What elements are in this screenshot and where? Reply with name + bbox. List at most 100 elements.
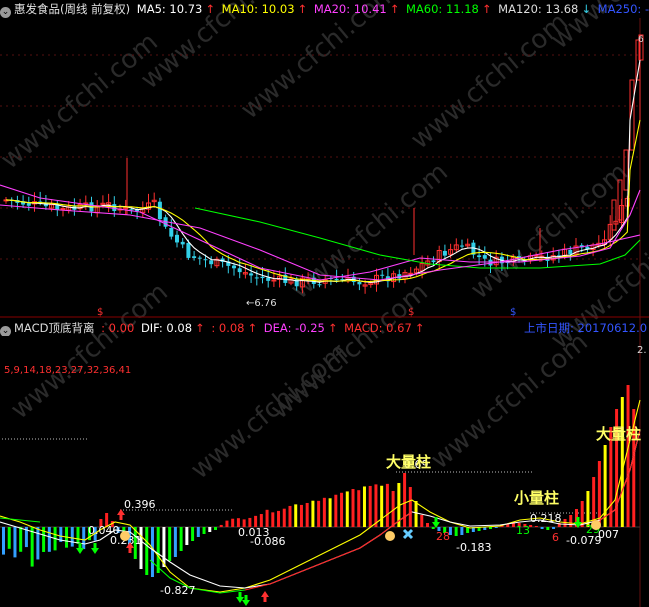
candle-body xyxy=(157,201,162,220)
macd-bar xyxy=(179,527,183,551)
candle-body xyxy=(209,260,214,265)
candle-body xyxy=(192,256,197,258)
macd-bar xyxy=(214,527,217,530)
candle-body xyxy=(60,208,66,211)
macd-bar xyxy=(70,527,74,547)
macd-bar xyxy=(431,527,435,529)
macd-bar xyxy=(7,527,11,549)
candle-body xyxy=(460,245,464,247)
indicator-value-2: : 0.08 xyxy=(211,321,245,335)
macd-bar xyxy=(362,486,366,527)
candle-body xyxy=(254,277,259,279)
macd-bar xyxy=(569,515,573,527)
arrow-up-icon: ↑ xyxy=(297,2,308,16)
macd-bar xyxy=(357,490,361,527)
arrow-down-icon: ↓ xyxy=(581,2,592,16)
macd-bar xyxy=(76,527,80,544)
macd-bar xyxy=(288,505,292,527)
macd-bar xyxy=(173,527,177,557)
arrow-up-icon: ↑ xyxy=(389,2,400,16)
macd-value-label: 0.013 xyxy=(238,526,270,539)
candle-body xyxy=(180,241,185,245)
macd-bar xyxy=(294,504,298,527)
macd-bar xyxy=(454,527,458,536)
signal-marker: $ xyxy=(510,307,516,318)
macd-bar xyxy=(317,500,321,527)
macd-bar xyxy=(30,527,34,567)
candle-body xyxy=(175,234,179,243)
right-axis-value: 2. xyxy=(637,345,647,356)
candle-body xyxy=(357,282,362,285)
macd-bar xyxy=(271,512,275,527)
candle-body xyxy=(249,273,254,276)
macd-bar xyxy=(414,501,418,527)
macd-count-label: 13 xyxy=(516,524,530,537)
arrow-up-icon: ↑ xyxy=(195,321,205,335)
ma10-value: MA10: 10.03 xyxy=(221,2,295,16)
price-header: ⌄ 惠发食品(周线 前复权) MA5: 10.73 ↑ MA10: 10.03 ↑ M… xyxy=(0,0,649,18)
candle-body xyxy=(442,250,447,256)
macd-bar xyxy=(322,497,326,527)
macd-bar xyxy=(403,473,407,527)
macd-bar xyxy=(36,527,40,560)
listing-date: 上市日期: 20170612.0 xyxy=(524,321,648,335)
indicator-title[interactable]: MACD顶底背离 xyxy=(14,321,94,335)
arrow-up-icon: ↑ xyxy=(327,321,338,335)
dea-value: DEA: -0.25 xyxy=(263,321,325,335)
candle-body xyxy=(232,265,236,269)
candle-body xyxy=(169,228,174,237)
macd-count-label: 28 xyxy=(436,530,450,543)
macd-bar xyxy=(334,494,338,527)
macd-bar xyxy=(82,527,86,550)
macd-bar xyxy=(305,502,309,527)
macd-bar xyxy=(345,491,349,527)
price-low-label: ←6.76 xyxy=(246,298,277,309)
money-bag-icon xyxy=(385,531,395,541)
macd-value-label: -0.827 xyxy=(160,584,195,597)
macd-bar xyxy=(603,445,607,527)
chevron-down-icon[interactable]: ⌄ xyxy=(0,326,11,336)
price-high-marker: 6 xyxy=(638,35,644,45)
macd-bar xyxy=(277,510,281,527)
macd-bar xyxy=(185,527,189,545)
macd-bar xyxy=(340,492,344,527)
macd-bar xyxy=(540,527,544,529)
candle-body xyxy=(477,255,482,258)
indicator-value-1: : 0.00 xyxy=(101,321,135,335)
macd-bar xyxy=(219,524,223,527)
macd-bar xyxy=(19,527,23,552)
candle-body xyxy=(203,259,208,261)
macd-bar xyxy=(225,520,229,527)
money-bag-icon xyxy=(120,531,130,541)
money-bag-icon xyxy=(591,520,601,530)
macd-count-label: 6 xyxy=(552,531,559,544)
macd-bar xyxy=(162,527,166,567)
arrow-up-icon: ↑ xyxy=(414,321,425,335)
macd-bar xyxy=(351,489,355,527)
macd-bar xyxy=(420,515,424,527)
macd-bar xyxy=(408,487,412,527)
macd-bar xyxy=(168,527,172,561)
macd-bar xyxy=(208,527,212,532)
stock-title: 惠发食品(周线 前复权) xyxy=(14,2,131,16)
ma5-value: MA5: 10.73 xyxy=(136,2,203,16)
macd-bar xyxy=(374,484,378,527)
candle-body xyxy=(112,204,117,212)
candle-body xyxy=(568,249,573,255)
macd-bar xyxy=(626,385,630,527)
macd-bar xyxy=(552,527,556,529)
candle-body xyxy=(317,284,322,286)
chevron-down-icon[interactable]: ⌄ xyxy=(0,7,11,18)
ma250-value: MA250: - xyxy=(597,2,649,16)
macd-bar xyxy=(546,527,550,530)
macd-bar xyxy=(145,527,149,575)
macd-bar xyxy=(380,485,384,527)
macd-bar xyxy=(620,397,624,527)
stock-chart[interactable]: www.cfchi.com www.cfchi.com www.cfchi.comw… xyxy=(0,0,649,607)
indicator-header: ⌄ MACD顶底背离 : 0.00 DIF: 0.08 ↑ : 0.08 ↑ DEA:… xyxy=(0,319,649,336)
candle-body xyxy=(482,255,487,259)
macd-bar xyxy=(311,500,315,527)
arrow-up-icon: ↑ xyxy=(481,2,492,16)
macd-params: 5,9,14,18,23,27,32,36,41 xyxy=(4,365,131,376)
candle-body xyxy=(186,242,191,258)
